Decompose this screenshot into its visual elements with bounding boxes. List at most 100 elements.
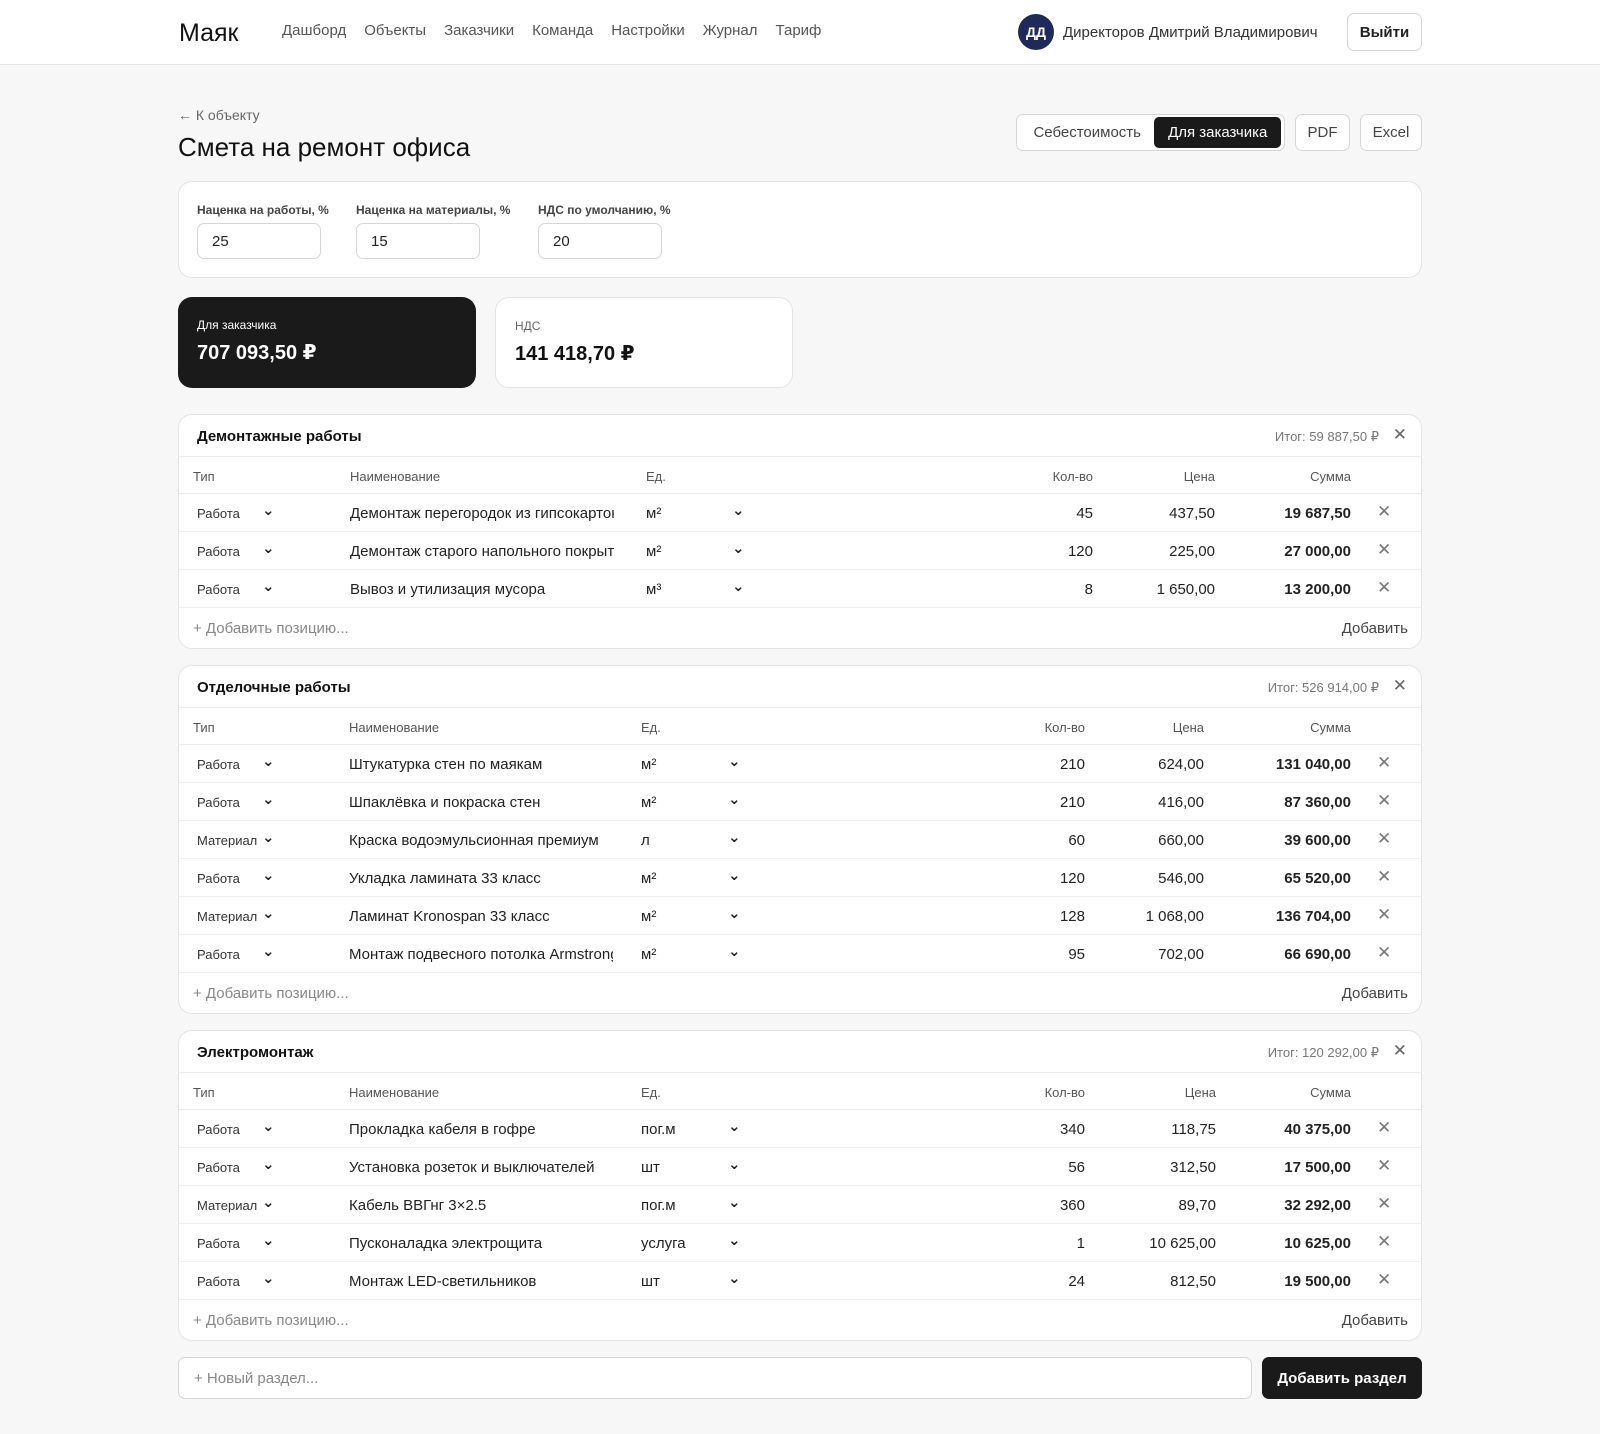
item-name-input[interactable]: Установка розеток и выключателей: [349, 1159, 613, 1176]
qty-input[interactable]: 210: [1060, 756, 1085, 773]
type-select[interactable]: Работа: [197, 582, 240, 597]
chevron-down-icon[interactable]: ⌄: [728, 1269, 741, 1287]
price-input[interactable]: 416,00: [1158, 794, 1204, 811]
add-position-input[interactable]: + Добавить позицию...: [193, 1312, 349, 1329]
qty-input[interactable]: 360: [1060, 1197, 1085, 1214]
delete-row-icon[interactable]: ✕: [1377, 1118, 1391, 1138]
new-section-input[interactable]: + Новый раздел...: [178, 1357, 1252, 1399]
nav-clients[interactable]: Заказчики: [444, 22, 514, 39]
material-markup-input[interactable]: 15: [356, 223, 480, 259]
chevron-down-icon[interactable]: ⌄: [262, 1117, 275, 1135]
delete-section-icon[interactable]: ✕: [1393, 676, 1407, 696]
item-name-input[interactable]: Пусконаладка электрощита: [349, 1235, 613, 1252]
delete-row-icon[interactable]: ✕: [1377, 753, 1391, 773]
qty-input[interactable]: 24: [1068, 1273, 1085, 1290]
chevron-down-icon[interactable]: ⌄: [262, 828, 275, 846]
chevron-down-icon[interactable]: ⌄: [262, 539, 275, 557]
qty-input[interactable]: 56: [1068, 1159, 1085, 1176]
chevron-down-icon[interactable]: ⌄: [728, 828, 741, 846]
chevron-down-icon[interactable]: ⌄: [262, 1193, 275, 1211]
qty-input[interactable]: 340: [1060, 1121, 1085, 1138]
type-select[interactable]: Работа: [197, 795, 240, 810]
qty-input[interactable]: 120: [1060, 870, 1085, 887]
add-position-input[interactable]: + Добавить позицию...: [193, 620, 349, 637]
type-select[interactable]: Материал: [197, 833, 257, 848]
chevron-down-icon[interactable]: ⌄: [728, 904, 741, 922]
nav-settings[interactable]: Настройки: [611, 22, 685, 39]
nav-dashboard[interactable]: Дашборд: [282, 22, 346, 39]
work-markup-input[interactable]: 25: [197, 223, 321, 259]
add-section-button[interactable]: Добавить раздел: [1262, 1357, 1422, 1399]
chevron-down-icon[interactable]: ⌄: [262, 790, 275, 808]
chevron-down-icon[interactable]: ⌄: [262, 577, 275, 595]
chevron-down-icon[interactable]: ⌄: [728, 790, 741, 808]
type-select[interactable]: Работа: [197, 1236, 240, 1251]
chevron-down-icon[interactable]: ⌄: [728, 866, 741, 884]
item-name-input[interactable]: Шпаклёвка и покраска стен: [349, 794, 613, 811]
delete-row-icon[interactable]: ✕: [1377, 578, 1391, 598]
item-name-input[interactable]: Вывоз и утилизация мусора: [350, 581, 614, 598]
price-input[interactable]: 624,00: [1158, 756, 1204, 773]
item-name-input[interactable]: Укладка ламината 33 класс: [349, 870, 613, 887]
chevron-down-icon[interactable]: ⌄: [262, 866, 275, 884]
chevron-down-icon[interactable]: ⌄: [728, 942, 741, 960]
unit-select[interactable]: шт: [641, 1273, 660, 1290]
type-select[interactable]: Работа: [197, 1122, 240, 1137]
unit-select[interactable]: м²: [646, 543, 661, 560]
unit-select[interactable]: м³: [646, 581, 661, 598]
chevron-down-icon[interactable]: ⌄: [262, 1155, 275, 1173]
pdf-button[interactable]: PDF: [1295, 114, 1350, 151]
vat-input[interactable]: 20: [538, 223, 662, 259]
price-input[interactable]: 312,50: [1170, 1159, 1216, 1176]
chevron-down-icon[interactable]: ⌄: [262, 501, 275, 519]
qty-input[interactable]: 120: [1068, 543, 1093, 560]
section-title[interactable]: Отделочные работы: [197, 679, 351, 696]
qty-input[interactable]: 210: [1060, 794, 1085, 811]
unit-select[interactable]: м²: [641, 908, 656, 925]
chevron-down-icon[interactable]: ⌄: [732, 539, 745, 557]
price-input[interactable]: 225,00: [1169, 543, 1215, 560]
type-select[interactable]: Работа: [197, 947, 240, 962]
qty-input[interactable]: 95: [1068, 946, 1085, 963]
item-name-input[interactable]: Монтаж LED-светильников: [349, 1273, 613, 1290]
type-select[interactable]: Работа: [197, 544, 240, 559]
delete-section-icon[interactable]: ✕: [1393, 425, 1407, 445]
delete-row-icon[interactable]: ✕: [1377, 502, 1391, 522]
price-input[interactable]: 660,00: [1158, 832, 1204, 849]
logout-button[interactable]: Выйти: [1347, 13, 1422, 51]
chevron-down-icon[interactable]: ⌄: [732, 577, 745, 595]
unit-select[interactable]: м²: [646, 505, 661, 522]
unit-select[interactable]: шт: [641, 1159, 660, 1176]
chevron-down-icon[interactable]: ⌄: [262, 1269, 275, 1287]
nav-team[interactable]: Команда: [532, 22, 593, 39]
add-position-button[interactable]: Добавить: [1342, 985, 1408, 1002]
delete-row-icon[interactable]: ✕: [1377, 1194, 1391, 1214]
item-name-input[interactable]: Демонтаж старого напольного покрытия: [350, 543, 614, 560]
toggle-cost[interactable]: Себестоимость: [1020, 117, 1154, 148]
add-position-button[interactable]: Добавить: [1342, 1312, 1408, 1329]
chevron-down-icon[interactable]: ⌄: [728, 1117, 741, 1135]
unit-select[interactable]: л: [641, 832, 650, 849]
item-name-input[interactable]: Краска водоэмульсионная премиум: [349, 832, 613, 849]
qty-input[interactable]: 128: [1060, 908, 1085, 925]
delete-row-icon[interactable]: ✕: [1377, 540, 1391, 560]
type-select[interactable]: Работа: [197, 1160, 240, 1175]
qty-input[interactable]: 1: [1077, 1235, 1085, 1252]
type-select[interactable]: Работа: [197, 871, 240, 886]
price-input[interactable]: 437,50: [1169, 505, 1215, 522]
unit-select[interactable]: пог.м: [641, 1197, 676, 1214]
chevron-down-icon[interactable]: ⌄: [732, 501, 745, 519]
price-input[interactable]: 10 625,00: [1149, 1235, 1216, 1252]
qty-input[interactable]: 60: [1068, 832, 1085, 849]
delete-row-icon[interactable]: ✕: [1377, 1232, 1391, 1252]
unit-select[interactable]: услуга: [641, 1235, 686, 1252]
price-input[interactable]: 1 650,00: [1157, 581, 1215, 598]
chevron-down-icon[interactable]: ⌄: [262, 904, 275, 922]
price-input[interactable]: 1 068,00: [1146, 908, 1204, 925]
chevron-down-icon[interactable]: ⌄: [262, 942, 275, 960]
item-name-input[interactable]: Прокладка кабеля в гофре: [349, 1121, 613, 1138]
delete-row-icon[interactable]: ✕: [1377, 905, 1391, 925]
section-title[interactable]: Демонтажные работы: [197, 428, 362, 445]
nav-journal[interactable]: Журнал: [703, 22, 758, 39]
nav-objects[interactable]: Объекты: [364, 22, 426, 39]
